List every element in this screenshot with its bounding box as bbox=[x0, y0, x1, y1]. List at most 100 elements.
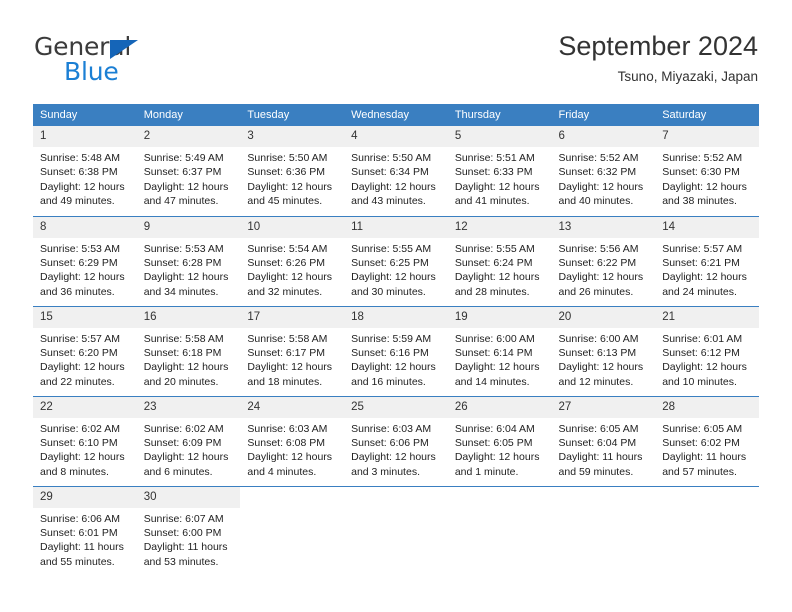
sunset-text: Sunset: 6:17 PM bbox=[247, 346, 326, 359]
calendar-day-cell[interactable]: 23 Sunrise: 6:02 AM Sunset: 6:09 PM Dayligh… bbox=[136, 395, 241, 486]
calendar-day-cell[interactable]: 20 Sunrise: 6:00 AM Sunset: 6:13 PM Dayligh… bbox=[551, 305, 656, 396]
daylight-text: Daylight: 12 hours and 16 minutes. bbox=[351, 361, 436, 388]
sunrise-text: Sunrise: 6:02 AM bbox=[40, 422, 120, 435]
calendar-day-cell[interactable]: 1 Sunrise: 5:48 AM Sunset: 6:38 PM Daylight… bbox=[33, 126, 137, 216]
daylight-text: Daylight: 11 hours and 59 minutes. bbox=[558, 451, 643, 478]
day-number: 24 bbox=[240, 396, 345, 418]
calendar-day-cell[interactable]: 25 Sunrise: 6:03 AM Sunset: 6:06 PM Dayligh… bbox=[344, 395, 448, 486]
sunset-text: Sunset: 6:22 PM bbox=[558, 256, 637, 269]
day-details: Sunrise: 5:54 AM Sunset: 6:26 PM Daylight:… bbox=[240, 238, 344, 300]
day-details: Sunrise: 5:50 AM Sunset: 6:36 PM Daylight:… bbox=[240, 147, 344, 209]
calendar-day-cell[interactable]: 30 Sunrise: 6:07 AM Sunset: 6:00 PM Dayligh… bbox=[136, 485, 241, 576]
day-number: 2 bbox=[136, 126, 241, 147]
calendar-day-cell[interactable]: 11 Sunrise: 5:55 AM Sunset: 6:25 PM Dayligh… bbox=[344, 215, 448, 306]
daylight-text: Daylight: 12 hours and 24 minutes. bbox=[662, 271, 747, 298]
day-number: 1 bbox=[33, 126, 137, 147]
calendar-day-cell[interactable]: 14 Sunrise: 5:57 AM Sunset: 6:21 PM Dayligh… bbox=[655, 215, 759, 306]
day-number bbox=[344, 487, 448, 508]
day-number: 13 bbox=[551, 216, 656, 238]
day-number: 26 bbox=[447, 396, 552, 418]
daylight-text: Daylight: 12 hours and 3 minutes. bbox=[351, 451, 436, 478]
calendar-week-row: 15 Sunrise: 5:57 AM Sunset: 6:20 PM Dayligh… bbox=[33, 305, 759, 396]
calendar-day-cell[interactable]: 24 Sunrise: 6:03 AM Sunset: 6:08 PM Dayligh… bbox=[240, 395, 345, 486]
day-number bbox=[552, 487, 656, 508]
daylight-text: Daylight: 12 hours and 12 minutes. bbox=[558, 361, 644, 388]
calendar-day-cell[interactable]: 17 Sunrise: 5:58 AM Sunset: 6:17 PM Dayligh… bbox=[240, 305, 345, 396]
calendar-day-cell[interactable]: 4 Sunrise: 5:50 AM Sunset: 6:34 PM Daylight… bbox=[344, 126, 448, 216]
calendar-page: General Blue September 2024 Tsuno, Miyaz… bbox=[0, 0, 792, 612]
calendar-day-cell[interactable]: 9 Sunrise: 5:53 AM Sunset: 6:28 PM Daylight… bbox=[136, 215, 241, 306]
day-number: 22 bbox=[33, 396, 137, 418]
sunset-text: Sunset: 6:05 PM bbox=[454, 436, 533, 449]
calendar-day-cell[interactable]: 10 Sunrise: 5:54 AM Sunset: 6:26 PM Dayligh… bbox=[240, 215, 345, 306]
daylight-text: Daylight: 12 hours and 18 minutes. bbox=[247, 361, 333, 388]
daylight-text: Daylight: 12 hours and 8 minutes. bbox=[40, 451, 125, 478]
daylight-text: Daylight: 12 hours and 45 minutes. bbox=[247, 180, 333, 208]
sunrise-text: Sunrise: 5:59 AM bbox=[351, 332, 432, 345]
sunset-text: Sunset: 6:12 PM bbox=[662, 346, 740, 359]
daylight-text: Daylight: 12 hours and 14 minutes. bbox=[454, 361, 540, 388]
day-number: 21 bbox=[655, 306, 759, 328]
day-details: Sunrise: 5:52 AM Sunset: 6:30 PM Daylight:… bbox=[655, 147, 759, 209]
calendar-day-cell[interactable]: 18 Sunrise: 5:59 AM Sunset: 6:16 PM Dayligh… bbox=[344, 305, 448, 396]
sunset-text: Sunset: 6:04 PM bbox=[558, 436, 637, 449]
calendar-day-cell[interactable]: 8 Sunrise: 5:53 AM Sunset: 6:29 PM Daylight… bbox=[33, 215, 137, 306]
day-number bbox=[240, 487, 344, 508]
sunset-text: Sunset: 6:30 PM bbox=[662, 166, 740, 179]
calendar-day-cell-empty bbox=[655, 485, 759, 576]
sunrise-text: Sunrise: 6:05 AM bbox=[558, 422, 639, 435]
day-number: 23 bbox=[136, 396, 241, 418]
calendar-day-cell[interactable]: 5 Sunrise: 5:51 AM Sunset: 6:33 PM Daylight… bbox=[447, 126, 552, 216]
calendar-table: Sunday Monday Tuesday Wednesday Thursday… bbox=[33, 104, 759, 576]
brand-logo[interactable]: General Blue bbox=[34, 32, 274, 88]
calendar-day-cell[interactable]: 22 Sunrise: 6:02 AM Sunset: 6:10 PM Dayligh… bbox=[33, 395, 137, 486]
sunset-text: Sunset: 6:34 PM bbox=[351, 166, 429, 179]
calendar-day-cell[interactable]: 27 Sunrise: 6:05 AM Sunset: 6:04 PM Dayligh… bbox=[551, 395, 656, 486]
calendar-week-row: 1 Sunrise: 5:48 AM Sunset: 6:38 PM Daylight… bbox=[33, 126, 759, 216]
day-details: Sunrise: 6:07 AM Sunset: 6:00 PM Daylight:… bbox=[137, 508, 241, 570]
sunrise-text: Sunrise: 6:06 AM bbox=[40, 512, 120, 525]
calendar-day-cell[interactable]: 2 Sunrise: 5:49 AM Sunset: 6:37 PM Daylight… bbox=[136, 126, 241, 216]
title-block: September 2024 Tsuno, Miyazaki, Japan bbox=[558, 30, 758, 85]
calendar-day-cell[interactable]: 12 Sunrise: 5:55 AM Sunset: 6:24 PM Dayligh… bbox=[447, 215, 552, 306]
calendar-day-cell[interactable]: 28 Sunrise: 6:05 AM Sunset: 6:02 PM Dayligh… bbox=[655, 395, 759, 486]
day-number bbox=[655, 487, 759, 508]
calendar-day-cell[interactable]: 16 Sunrise: 5:58 AM Sunset: 6:18 PM Dayligh… bbox=[136, 305, 241, 396]
sunrise-text: Sunrise: 5:57 AM bbox=[662, 242, 743, 255]
calendar-day-cell[interactable]: 13 Sunrise: 5:56 AM Sunset: 6:22 PM Dayligh… bbox=[551, 215, 656, 306]
day-details: Sunrise: 5:57 AM Sunset: 6:20 PM Daylight:… bbox=[33, 328, 137, 390]
calendar-day-cell[interactable]: 19 Sunrise: 6:00 AM Sunset: 6:14 PM Dayligh… bbox=[447, 305, 552, 396]
brand-name-blue: Blue bbox=[64, 57, 119, 86]
sunrise-text: Sunrise: 6:00 AM bbox=[558, 332, 639, 345]
daylight-text: Daylight: 12 hours and 26 minutes. bbox=[558, 271, 644, 298]
sunset-text: Sunset: 6:38 PM bbox=[40, 166, 118, 179]
day-details: Sunrise: 6:04 AM Sunset: 6:05 PM Daylight:… bbox=[448, 418, 552, 480]
calendar-day-cell[interactable]: 26 Sunrise: 6:04 AM Sunset: 6:05 PM Dayligh… bbox=[447, 395, 552, 486]
calendar-day-cell[interactable]: 29 Sunrise: 6:06 AM Sunset: 6:01 PM Dayligh… bbox=[33, 485, 137, 576]
day-details: Sunrise: 5:58 AM Sunset: 6:18 PM Daylight:… bbox=[137, 328, 241, 390]
calendar-day-cell[interactable]: 3 Sunrise: 5:50 AM Sunset: 6:36 PM Daylight… bbox=[240, 126, 345, 216]
sunset-text: Sunset: 6:14 PM bbox=[454, 346, 533, 359]
sunrise-text: Sunrise: 5:50 AM bbox=[247, 152, 328, 164]
daylight-text: Daylight: 12 hours and 22 minutes. bbox=[40, 361, 125, 388]
weekday-header-tuesday: Tuesday bbox=[240, 104, 345, 126]
daylight-text: Daylight: 12 hours and 6 minutes. bbox=[143, 451, 229, 478]
sunset-text: Sunset: 6:09 PM bbox=[143, 436, 222, 449]
daylight-text: Daylight: 12 hours and 38 minutes. bbox=[662, 180, 747, 208]
calendar-day-cell[interactable]: 6 Sunrise: 5:52 AM Sunset: 6:32 PM Daylight… bbox=[551, 126, 656, 216]
sunrise-text: Sunrise: 5:54 AM bbox=[247, 242, 328, 255]
daylight-text: Daylight: 12 hours and 32 minutes. bbox=[247, 271, 333, 298]
calendar-header-row: Sunday Monday Tuesday Wednesday Thursday… bbox=[33, 104, 759, 126]
calendar-day-cell[interactable]: 21 Sunrise: 6:01 AM Sunset: 6:12 PM Dayligh… bbox=[655, 305, 759, 396]
sunset-text: Sunset: 6:18 PM bbox=[143, 346, 222, 359]
calendar-day-cell[interactable]: 7 Sunrise: 5:52 AM Sunset: 6:30 PM Daylight… bbox=[655, 126, 759, 216]
day-number: 7 bbox=[655, 126, 759, 147]
page-header: General Blue September 2024 Tsuno, Miyaz… bbox=[0, 0, 792, 96]
daylight-text: Daylight: 12 hours and 36 minutes. bbox=[40, 271, 125, 298]
calendar-day-cell[interactable]: 15 Sunrise: 5:57 AM Sunset: 6:20 PM Dayligh… bbox=[33, 305, 137, 396]
page-title: September 2024 bbox=[558, 31, 758, 61]
day-details: Sunrise: 6:03 AM Sunset: 6:06 PM Daylight:… bbox=[344, 418, 448, 480]
sunrise-text: Sunrise: 5:50 AM bbox=[351, 152, 432, 164]
daylight-text: Daylight: 12 hours and 40 minutes. bbox=[558, 180, 644, 208]
sunrise-text: Sunrise: 5:53 AM bbox=[143, 242, 224, 255]
